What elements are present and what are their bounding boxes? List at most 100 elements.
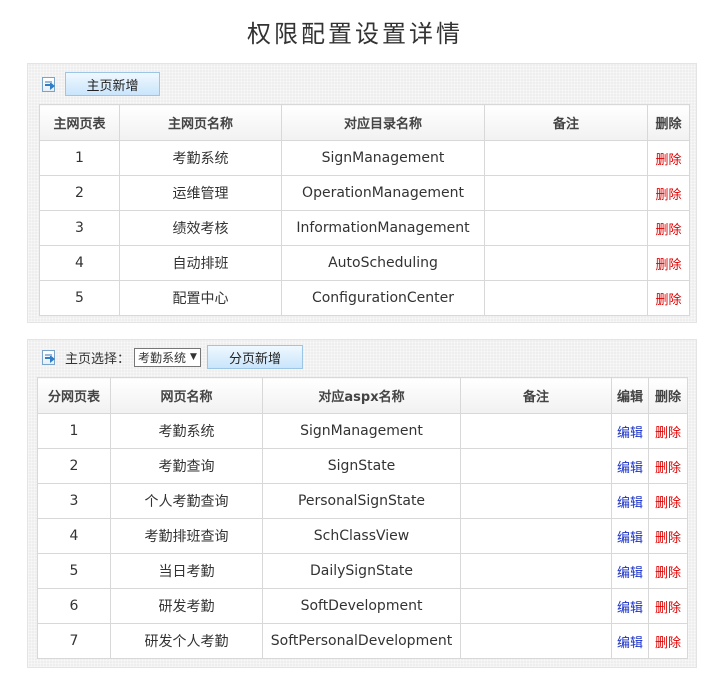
cell-delete: 删除 — [648, 413, 688, 449]
edit-link[interactable]: 编辑 — [617, 566, 643, 581]
cell-note — [460, 413, 612, 449]
cell-edit: 编辑 — [611, 413, 649, 449]
cell-delete: 删除 — [648, 553, 688, 589]
cell-name: 研发个人考勤 — [110, 623, 263, 659]
cell-name: 自动排班 — [119, 245, 282, 281]
delete-link[interactable]: 删除 — [655, 426, 681, 441]
cell-aspx: SoftPersonalDevelopment — [262, 623, 461, 659]
cell-id: 2 — [39, 175, 120, 211]
column-header: 对应目录名称 — [281, 104, 485, 141]
cell-delete: 删除 — [648, 588, 688, 624]
cell-delete: 删除 — [647, 140, 690, 176]
cell-note — [484, 245, 648, 281]
delete-link[interactable]: 删除 — [655, 258, 681, 273]
table-row: 1 考勤系统 SignManagement 编辑 删除 — [37, 413, 688, 449]
table-header-row: 分网页表 网页名称 对应aspx名称 备注 编辑 删除 — [37, 377, 688, 414]
cell-note — [460, 588, 612, 624]
cell-note — [460, 448, 612, 484]
edit-link[interactable]: 编辑 — [617, 426, 643, 441]
cell-id: 4 — [39, 245, 120, 281]
cell-dir: ConfigurationCenter — [281, 280, 485, 316]
cell-id: 5 — [37, 553, 111, 589]
table-row: 2 运维管理 OperationManagement 删除 — [39, 175, 690, 211]
cell-note — [484, 140, 648, 176]
cell-delete: 删除 — [648, 448, 688, 484]
cell-aspx: PersonalSignState — [262, 483, 461, 519]
cell-aspx: SoftDevelopment — [262, 588, 461, 624]
cell-note — [484, 175, 648, 211]
cell-id: 3 — [39, 210, 120, 246]
cell-id: 3 — [37, 483, 111, 519]
cell-note — [460, 518, 612, 554]
delete-link[interactable]: 删除 — [655, 188, 681, 203]
cell-delete: 删除 — [648, 623, 688, 659]
delete-link[interactable]: 删除 — [655, 531, 681, 546]
cell-dir: OperationManagement — [281, 175, 485, 211]
cell-delete: 删除 — [648, 483, 688, 519]
delete-link[interactable]: 删除 — [655, 496, 681, 511]
cell-delete: 删除 — [647, 210, 690, 246]
edit-link[interactable]: 编辑 — [617, 496, 643, 511]
column-header: 删除 — [647, 104, 690, 141]
caret-down-icon: ▼ — [190, 352, 197, 362]
page-select-label: 主页选择： — [65, 351, 131, 367]
page-title: 权限配置设置详情 — [247, 20, 463, 48]
cell-name: 考勤系统 — [110, 413, 263, 449]
table-row: 7 研发个人考勤 SoftPersonalDevelopment 编辑 删除 — [37, 623, 688, 659]
cell-id: 1 — [39, 140, 120, 176]
delete-link[interactable]: 删除 — [655, 566, 681, 581]
table-row: 1 考勤系统 SignManagement 删除 — [39, 140, 690, 176]
cell-name: 考勤排班查询 — [110, 518, 263, 554]
table-row: 3 绩效考核 InformationManagement 删除 — [39, 210, 690, 246]
add-main-page-button[interactable]: 主页新增 — [65, 72, 160, 96]
table-row: 6 研发考勤 SoftDevelopment 编辑 删除 — [37, 588, 688, 624]
cell-id: 6 — [37, 588, 111, 624]
table-row: 5 当日考勤 DailySignState 编辑 删除 — [37, 553, 688, 589]
column-header: 备注 — [484, 104, 648, 141]
cell-aspx: SchClassView — [262, 518, 461, 554]
table-row: 2 考勤查询 SignState 编辑 删除 — [37, 448, 688, 484]
cell-dir: AutoScheduling — [281, 245, 485, 281]
add-sub-page-button[interactable]: 分页新增 — [206, 345, 303, 369]
cell-aspx: SignManagement — [262, 413, 461, 449]
table-header-row: 主网页表 主网页名称 对应目录名称 备注 删除 — [39, 104, 690, 141]
delete-link[interactable]: 删除 — [655, 293, 681, 308]
cell-delete: 删除 — [647, 245, 690, 281]
cell-name: 绩效考核 — [119, 210, 282, 246]
column-header: 备注 — [460, 377, 612, 414]
delete-link[interactable]: 删除 — [655, 636, 681, 651]
cell-name: 当日考勤 — [110, 553, 263, 589]
delete-link[interactable]: 删除 — [655, 223, 681, 238]
edit-link[interactable]: 编辑 — [617, 531, 643, 546]
cell-delete: 删除 — [647, 175, 690, 211]
table-row: 5 配置中心 ConfigurationCenter 删除 — [39, 280, 690, 316]
cell-id: 5 — [39, 280, 120, 316]
selected-value: 考勤系统 — [138, 350, 187, 365]
cell-aspx: SignState — [262, 448, 461, 484]
column-header: 主网页表 — [39, 104, 120, 141]
sub-page-table: 分网页表 网页名称 对应aspx名称 备注 编辑 删除 1 考勤系统 SignM… — [37, 377, 688, 659]
cell-name: 个人考勤查询 — [110, 483, 263, 519]
cell-note — [484, 280, 648, 316]
sub-page-panel: 主页选择： 考勤系统 ▼ 分页新增 分网页表 网页名称 对应aspx名称 备注 … — [27, 339, 697, 668]
main-toolbar: 主页新增 — [42, 71, 160, 97]
edit-link[interactable]: 编辑 — [617, 601, 643, 616]
cell-delete: 删除 — [648, 518, 688, 554]
column-header: 网页名称 — [110, 377, 263, 414]
cell-name: 运维管理 — [119, 175, 282, 211]
column-header: 分网页表 — [37, 377, 111, 414]
main-page-panel: 主页新增 主网页表 主网页名称 对应目录名称 备注 删除 1 考勤系统 Sign… — [27, 63, 697, 323]
edit-link[interactable]: 编辑 — [617, 461, 643, 476]
cell-note — [460, 553, 612, 589]
column-header: 主网页名称 — [119, 104, 282, 141]
main-page-select[interactable]: 考勤系统 ▼ — [134, 347, 201, 367]
edit-link[interactable]: 编辑 — [617, 636, 643, 651]
cell-edit: 编辑 — [611, 483, 649, 519]
sub-toolbar: 主页选择： 考勤系统 ▼ 分页新增 — [42, 344, 303, 370]
column-header: 编辑 — [611, 377, 649, 414]
delete-link[interactable]: 删除 — [655, 601, 681, 616]
delete-link[interactable]: 删除 — [655, 461, 681, 476]
delete-link[interactable]: 删除 — [655, 153, 681, 168]
table-row: 4 自动排班 AutoScheduling 删除 — [39, 245, 690, 281]
column-header: 对应aspx名称 — [262, 377, 461, 414]
